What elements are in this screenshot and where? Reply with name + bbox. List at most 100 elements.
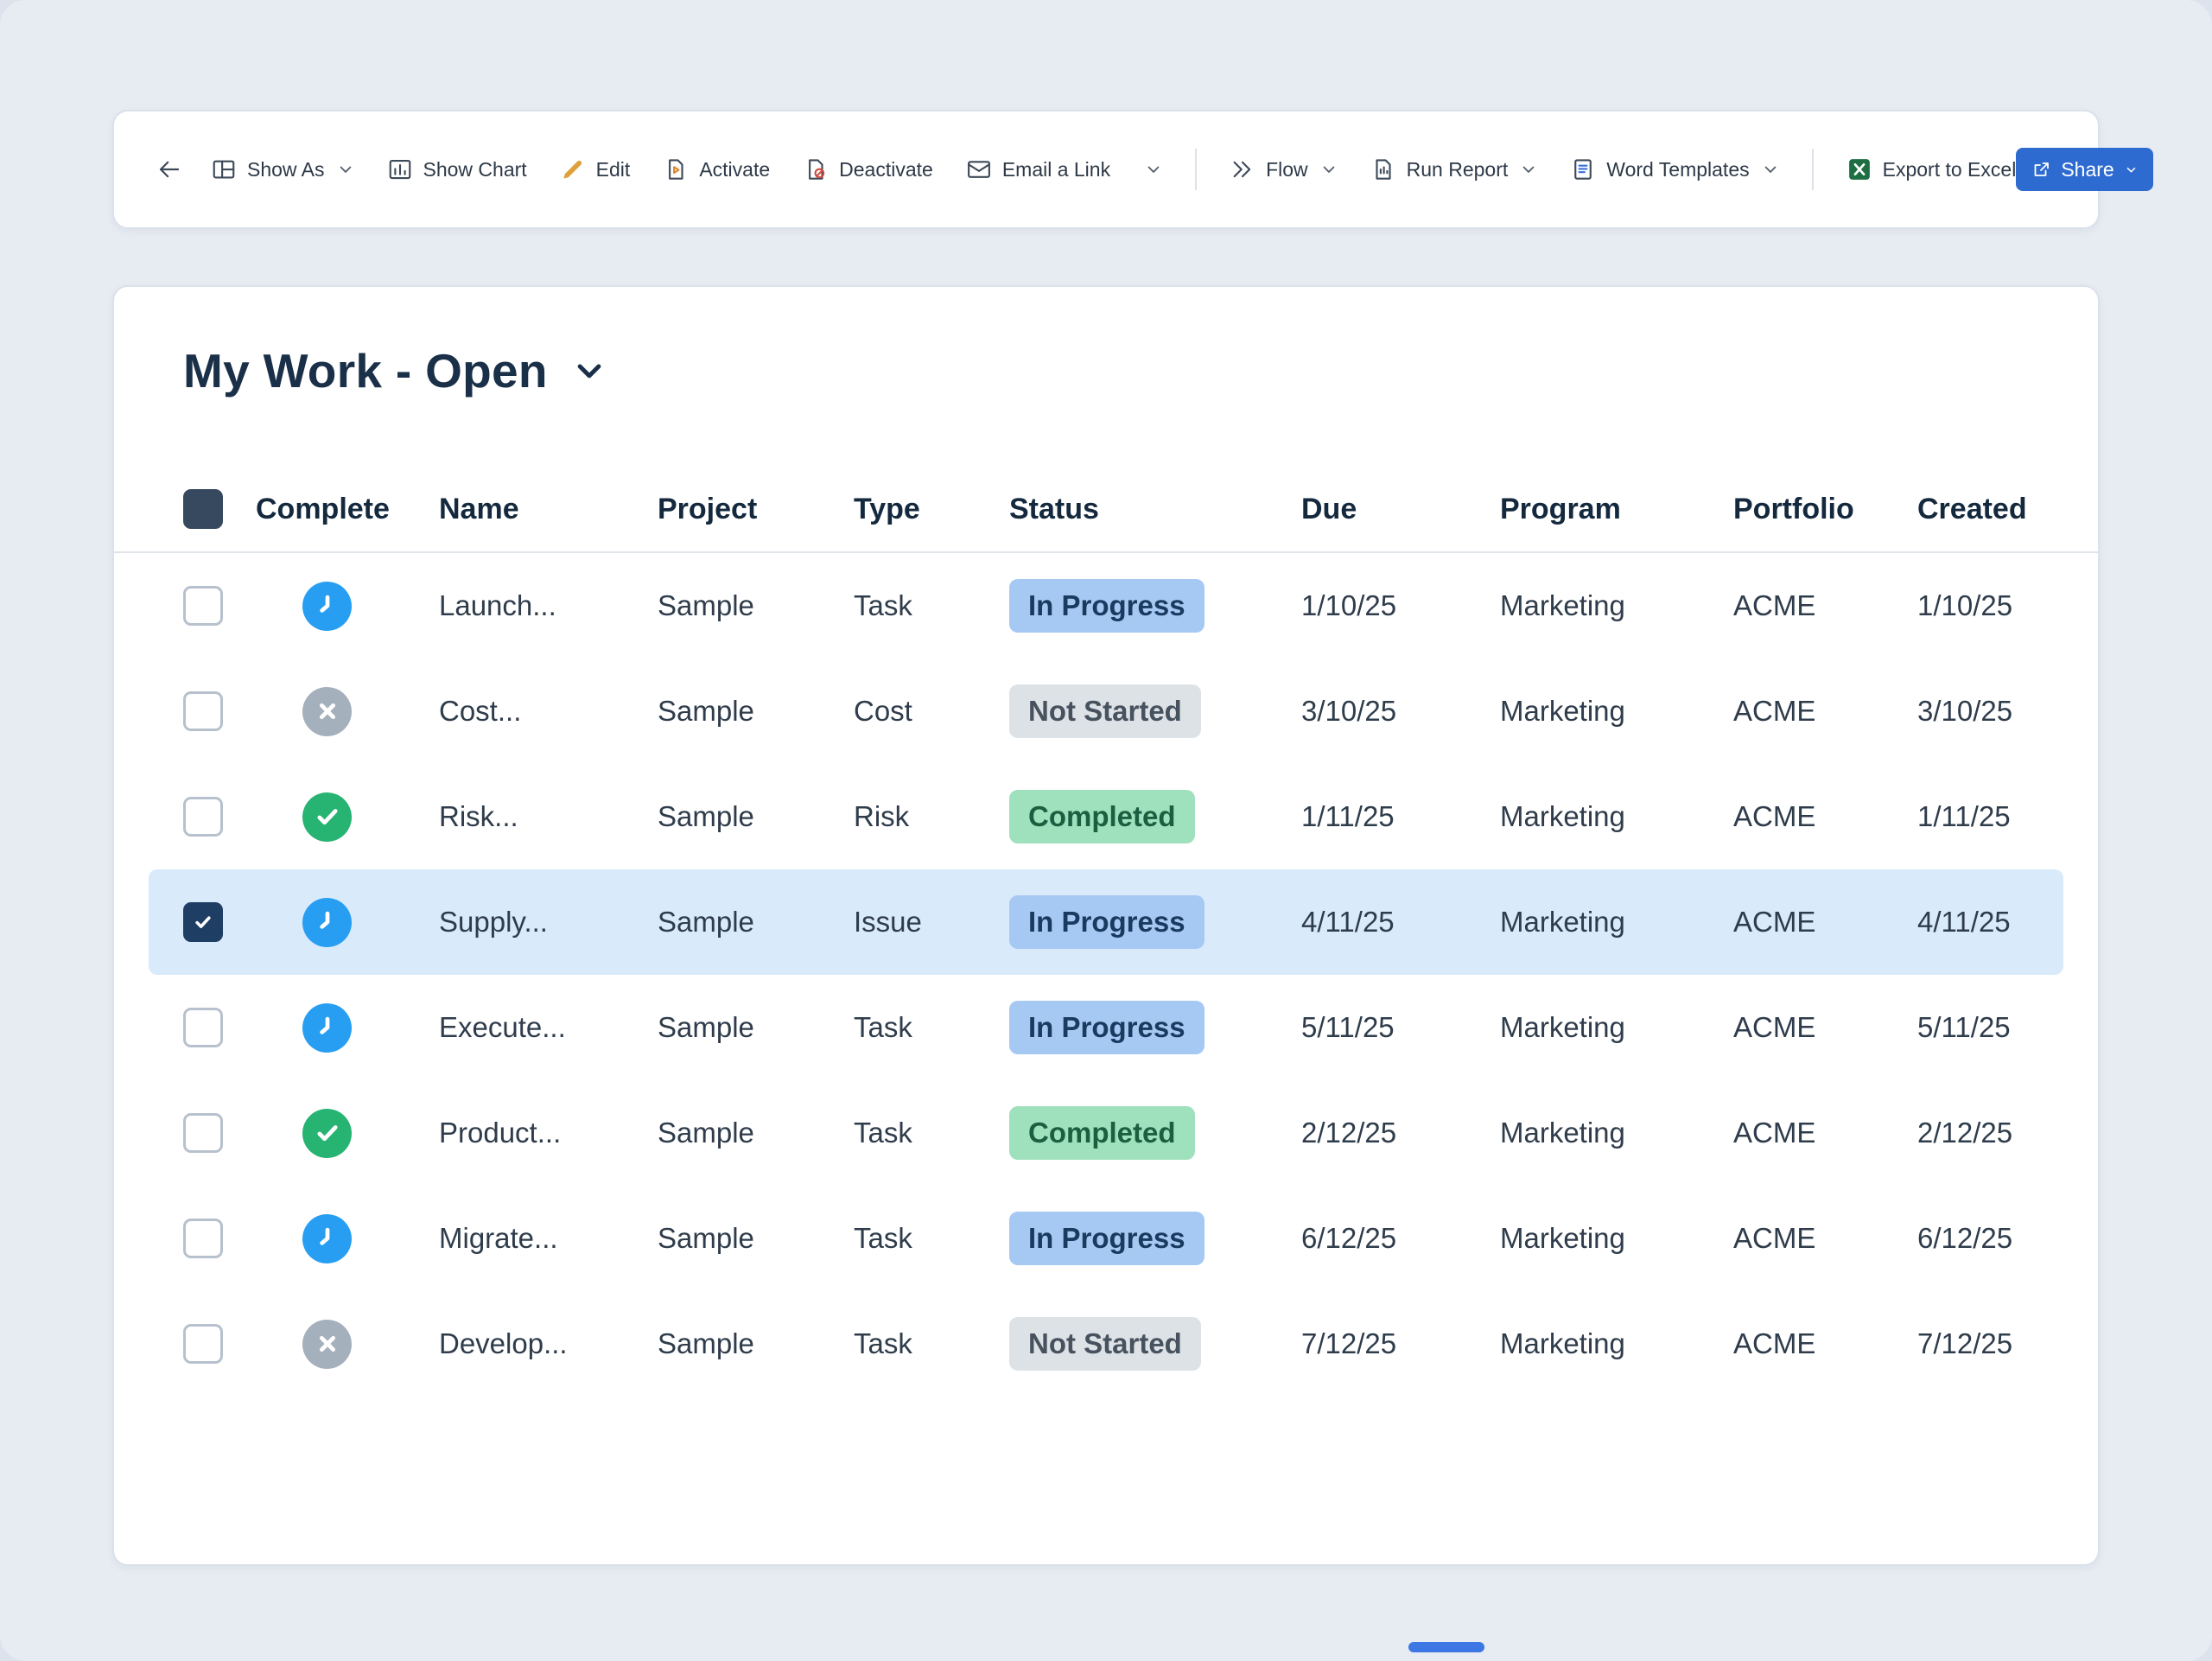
view-title[interactable]: My Work - Open bbox=[183, 342, 548, 399]
clock-icon[interactable] bbox=[302, 1214, 352, 1263]
view-card: My Work - Open Complete Name Project Typ… bbox=[112, 285, 2100, 1566]
toolbar-item-export-to-excel[interactable]: Export to Excel bbox=[1847, 156, 2017, 182]
row-created: 1/10/25 bbox=[1917, 589, 2063, 622]
table-row[interactable]: Develop... Sample Task Not Started 7/12/… bbox=[114, 1291, 2098, 1397]
chevron-down-icon bbox=[337, 161, 354, 178]
row-portfolio: ACME bbox=[1733, 1222, 1917, 1255]
chevron-down-icon bbox=[1762, 161, 1779, 178]
column-header-program[interactable]: Program bbox=[1500, 493, 1733, 526]
row-created: 5/11/25 bbox=[1917, 1011, 2063, 1044]
row-portfolio: ACME bbox=[1733, 1011, 1917, 1044]
view-title-row: My Work - Open bbox=[114, 287, 2098, 399]
toolbar-item-activate[interactable]: Activate bbox=[663, 156, 770, 182]
toolbar-item-flow[interactable]: Flow bbox=[1230, 156, 1338, 182]
select-all-cell bbox=[183, 489, 256, 529]
column-header-project[interactable]: Project bbox=[658, 493, 854, 526]
row-name[interactable]: Migrate... bbox=[439, 1222, 658, 1255]
toolbar-item-label: Word Templates bbox=[1606, 158, 1749, 181]
toolbar-item-show-as[interactable]: Show As bbox=[211, 156, 354, 182]
row-checkbox[interactable] bbox=[183, 1113, 223, 1153]
row-complete-cell bbox=[256, 1003, 439, 1053]
column-header-name[interactable]: Name bbox=[439, 493, 658, 526]
row-complete-cell bbox=[256, 582, 439, 631]
table-row[interactable]: Supply... Sample Issue In Progress 4/11/… bbox=[149, 869, 2063, 975]
column-header-portfolio[interactable]: Portfolio bbox=[1733, 493, 1917, 526]
clock-icon[interactable] bbox=[302, 582, 352, 631]
toolbar-item-email-a-link[interactable]: Email a Link bbox=[966, 156, 1110, 182]
toolbar-item-deactivate[interactable]: Deactivate bbox=[803, 156, 933, 182]
row-project: Sample bbox=[658, 1327, 854, 1360]
column-header-due[interactable]: Due bbox=[1301, 493, 1500, 526]
row-project: Sample bbox=[658, 800, 854, 833]
column-header-created[interactable]: Created bbox=[1917, 493, 2063, 526]
row-program: Marketing bbox=[1500, 589, 1733, 622]
column-header-status[interactable]: Status bbox=[1009, 493, 1301, 526]
column-header-type[interactable]: Type bbox=[854, 493, 1009, 526]
row-due: 3/10/25 bbox=[1301, 695, 1500, 728]
table-row[interactable]: Product... Sample Task Completed 2/12/25… bbox=[114, 1080, 2098, 1186]
row-name[interactable]: Develop... bbox=[439, 1327, 658, 1360]
view-selector-chevron-icon[interactable] bbox=[572, 353, 607, 388]
row-portfolio: ACME bbox=[1733, 906, 1917, 939]
row-type: Task bbox=[854, 1327, 1009, 1360]
row-name[interactable]: Launch... bbox=[439, 589, 658, 622]
row-name[interactable]: Product... bbox=[439, 1117, 658, 1149]
bottom-indicator[interactable] bbox=[1408, 1642, 1484, 1652]
row-checkbox-cell bbox=[183, 1113, 256, 1153]
row-project: Sample bbox=[658, 589, 854, 622]
row-checkbox[interactable] bbox=[183, 797, 223, 837]
table-row[interactable]: Risk... Sample Risk Completed 1/11/25 Ma… bbox=[114, 764, 2098, 869]
status-badge: Not Started bbox=[1009, 1317, 1201, 1371]
row-type: Risk bbox=[854, 800, 1009, 833]
row-complete-cell bbox=[256, 792, 439, 842]
row-created: 6/12/25 bbox=[1917, 1222, 2063, 1255]
row-type: Task bbox=[854, 589, 1009, 622]
flow-icon bbox=[1230, 156, 1255, 182]
toolbar-overflow-button[interactable] bbox=[1143, 161, 1162, 178]
row-checkbox[interactable] bbox=[183, 902, 223, 942]
toolbar-item-label: Export to Excel bbox=[1883, 158, 2017, 181]
row-status-cell: Completed bbox=[1009, 790, 1301, 843]
toolbar-item-label: Edit bbox=[596, 158, 631, 181]
row-checkbox[interactable] bbox=[183, 1008, 223, 1047]
row-checkbox[interactable] bbox=[183, 1219, 223, 1258]
row-type: Task bbox=[854, 1222, 1009, 1255]
status-badge: In Progress bbox=[1009, 579, 1205, 633]
row-name[interactable]: Execute... bbox=[439, 1011, 658, 1044]
row-name[interactable]: Risk... bbox=[439, 800, 658, 833]
cross-icon[interactable] bbox=[302, 687, 352, 736]
row-checkbox[interactable] bbox=[183, 586, 223, 626]
table-row[interactable]: Cost... Sample Cost Not Started 3/10/25 … bbox=[114, 659, 2098, 764]
check-icon[interactable] bbox=[302, 792, 352, 842]
show-chart-icon bbox=[387, 156, 413, 182]
column-header-complete[interactable]: Complete bbox=[256, 493, 439, 526]
toolbar-item-show-chart[interactable]: Show Chart bbox=[387, 156, 527, 182]
clock-icon[interactable] bbox=[302, 1003, 352, 1053]
row-checkbox[interactable] bbox=[183, 691, 223, 731]
toolbar-item-edit[interactable]: Edit bbox=[560, 156, 631, 182]
row-status-cell: Not Started bbox=[1009, 1317, 1301, 1371]
table-row[interactable]: Launch... Sample Task In Progress 1/10/2… bbox=[114, 553, 2098, 659]
table-row[interactable]: Execute... Sample Task In Progress 5/11/… bbox=[114, 975, 2098, 1080]
row-type: Task bbox=[854, 1117, 1009, 1149]
row-portfolio: ACME bbox=[1733, 589, 1917, 622]
cross-icon[interactable] bbox=[302, 1320, 352, 1369]
row-checkbox[interactable] bbox=[183, 1324, 223, 1364]
row-program: Marketing bbox=[1500, 906, 1733, 939]
toolbar-item-run-report[interactable]: Run Report bbox=[1370, 156, 1538, 182]
share-button[interactable]: Share bbox=[2016, 148, 2152, 191]
check-icon[interactable] bbox=[302, 1109, 352, 1158]
activate-icon bbox=[663, 156, 689, 182]
row-status-cell: Completed bbox=[1009, 1106, 1301, 1160]
show-as-icon bbox=[211, 156, 237, 182]
back-button[interactable] bbox=[149, 149, 190, 190]
row-due: 7/12/25 bbox=[1301, 1327, 1500, 1360]
select-all-checkbox[interactable] bbox=[183, 489, 223, 529]
clock-icon[interactable] bbox=[302, 898, 352, 947]
row-name[interactable]: Supply... bbox=[439, 906, 658, 939]
row-checkbox-cell bbox=[183, 586, 256, 626]
row-program: Marketing bbox=[1500, 1011, 1733, 1044]
toolbar-item-word-templates[interactable]: Word Templates bbox=[1570, 156, 1778, 182]
row-name[interactable]: Cost... bbox=[439, 695, 658, 728]
table-row[interactable]: Migrate... Sample Task In Progress 6/12/… bbox=[114, 1186, 2098, 1291]
